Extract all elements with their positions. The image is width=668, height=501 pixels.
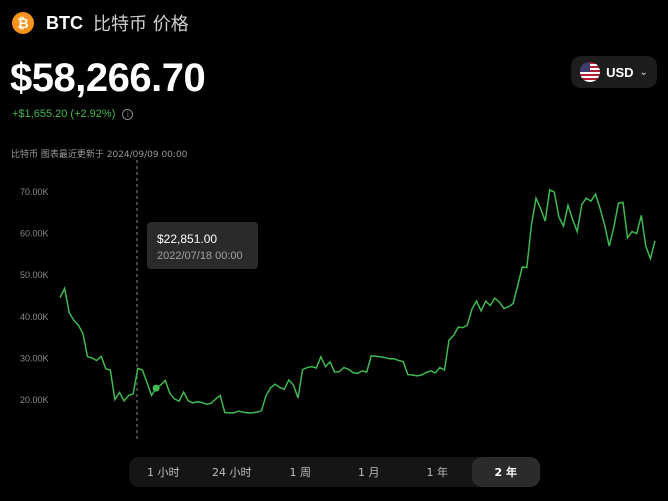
current-price: $58,266.70 bbox=[10, 56, 206, 100]
range-tab[interactable]: 1 周 bbox=[266, 457, 335, 487]
y-tick-label: 30.00K bbox=[20, 353, 49, 363]
y-tick-label: 40.00K bbox=[20, 312, 49, 322]
y-tick-label: 70.00K bbox=[20, 187, 49, 197]
y-tick-label: 60.00K bbox=[20, 229, 49, 239]
info-icon[interactable]: i bbox=[122, 108, 134, 120]
currency-selector-button[interactable]: USD ⌄ bbox=[571, 56, 657, 88]
chart-updated-text: 比特币 图表最近更新于 2024/09/09 00:00 bbox=[11, 150, 188, 160]
header: ₿ BTC 比特币 价格 bbox=[12, 10, 189, 36]
price-change: +$1,655.20 (+2.92%) i bbox=[12, 108, 134, 120]
price-chart[interactable]: 20.00K 30.00K 40.00K 50.00K 60.00K 70.00K bbox=[0, 160, 668, 450]
tooltip-date: 2022/07/18 00:00 bbox=[157, 250, 243, 262]
highlight-point bbox=[152, 384, 160, 392]
coin-symbol: BTC bbox=[46, 12, 83, 33]
bitcoin-icon: ₿ bbox=[12, 12, 34, 34]
y-tick-label: 50.00K bbox=[20, 270, 49, 280]
chevron-down-icon: ⌄ bbox=[639, 66, 648, 78]
page-title: 比特币 价格 bbox=[93, 14, 189, 35]
us-flag-icon bbox=[580, 62, 601, 82]
time-range-selector: 1 小时 24 小时 1 周1 月1 年2 年 bbox=[129, 457, 540, 487]
range-tab[interactable]: 1 月 bbox=[335, 457, 404, 487]
range-tab[interactable]: 1 小时 bbox=[129, 457, 198, 487]
range-tab[interactable]: 2 年 bbox=[471, 457, 540, 487]
price-change-text: +$1,655.20 (+2.92%) bbox=[12, 108, 116, 120]
chart-tooltip: $22,851.00 2022/07/18 00:00 bbox=[147, 222, 258, 269]
y-tick-label: 20.00K bbox=[20, 395, 49, 405]
range-tab[interactable]: 24 小时 bbox=[198, 457, 267, 487]
range-tab[interactable]: 1 年 bbox=[403, 457, 472, 487]
tooltip-price: $22,851.00 bbox=[157, 232, 218, 246]
currency-label: USD bbox=[606, 64, 634, 80]
